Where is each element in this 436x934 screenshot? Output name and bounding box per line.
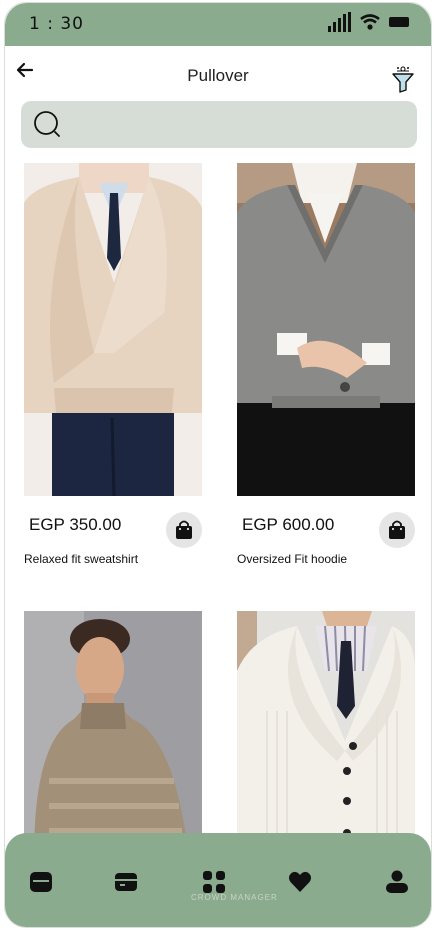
search-icon — [34, 111, 60, 137]
filter-icon[interactable] — [391, 65, 415, 93]
product-card[interactable] — [24, 611, 202, 857]
page-title: Pullover — [187, 66, 249, 85]
product-image[interactable] — [237, 163, 415, 496]
home-icon — [30, 872, 52, 892]
categories-icon — [203, 871, 225, 893]
product-card[interactable] — [237, 611, 415, 857]
product-name: Relaxed fit sweatshirt — [24, 552, 139, 566]
search-input[interactable] — [21, 101, 417, 148]
battery-icon — [389, 17, 409, 27]
add-to-cart-button[interactable] — [166, 512, 202, 548]
product-price: EGP 600.00 — [242, 515, 335, 534]
wallet-icon — [115, 873, 137, 891]
product-card[interactable]: EGP 350.00 Relaxed fit sweatshirt — [24, 163, 202, 566]
product-name: Oversized Fit hoodie — [237, 552, 348, 566]
tab-categories[interactable] — [201, 869, 227, 895]
product-image[interactable] — [24, 611, 202, 857]
wifi-icon — [360, 14, 380, 30]
shopping-bag-icon — [389, 520, 405, 539]
product-image[interactable] — [24, 163, 202, 496]
product-image[interactable] — [237, 611, 415, 857]
product-card[interactable]: EGP 600.00 Oversized Fit hoodie — [237, 163, 415, 566]
shopping-bag-icon — [176, 520, 192, 539]
bottom-tab-bar: CROWD MANAGER — [5, 833, 431, 927]
status-bar: 1 : 30 — [5, 3, 431, 46]
status-time: 1 : 30 — [29, 14, 84, 34]
heart-icon — [288, 871, 312, 892]
tab-profile[interactable] — [384, 869, 410, 895]
tab-home[interactable] — [28, 869, 54, 895]
tab-wallet[interactable] — [113, 869, 139, 895]
tab-favorites[interactable] — [287, 869, 313, 895]
signal-icon — [328, 12, 351, 32]
profile-icon — [386, 870, 408, 893]
watermark: CROWD MANAGER — [191, 893, 278, 902]
product-price: EGP 350.00 — [29, 515, 122, 534]
phone-frame: 1 : 30 Pullover EGP 350.00 Relaxed fit s… — [4, 2, 432, 928]
header: Pullover — [5, 53, 431, 97]
add-to-cart-button[interactable] — [379, 512, 415, 548]
status-icons — [328, 12, 409, 32]
